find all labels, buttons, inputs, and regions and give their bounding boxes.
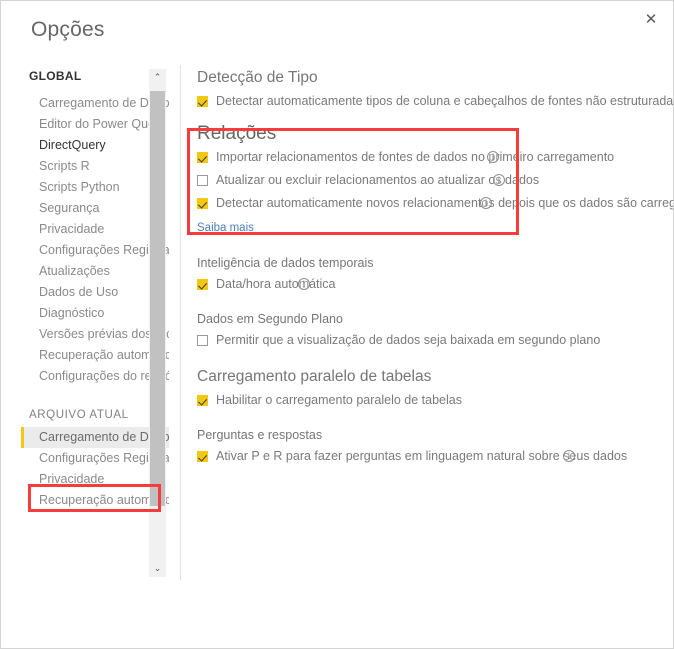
sidebar-group-header: GLOBAL [29, 69, 82, 83]
checkbox-checked[interactable] [197, 451, 208, 462]
info-icon[interactable]: i [487, 151, 499, 163]
section-title-qna: Perguntas e respostas [197, 428, 323, 442]
chevron-up-icon[interactable]: ⌃ [149, 69, 166, 86]
option-row[interactable]: Detectar automaticamente tipos de coluna… [197, 93, 674, 109]
sidebar-item-configuracoes-regionais[interactable]: Configurações Regionais [21, 240, 169, 261]
sidebar-item-scripts-r[interactable]: Scripts R [21, 156, 169, 177]
chevron-down-icon[interactable]: ⌄ [149, 560, 166, 577]
option-row[interactable]: Habilitar o carregamento paralelo de tab… [197, 392, 673, 408]
scrollbar-thumb[interactable] [150, 91, 165, 506]
sidebar-item-configuracoes-regionais[interactable]: Configurações Regionais [21, 448, 169, 469]
option-row[interactable]: Atualizar ou excluir relacionamentos ao … [197, 172, 673, 188]
dialog-title-bar: Opções ✕ [1, 1, 673, 57]
checkbox-checked[interactable] [197, 279, 208, 290]
info-icon[interactable]: i [493, 174, 505, 186]
dialog-footer: OK Cancelar [1, 578, 673, 648]
sidebar-item-seguranca[interactable]: Segurança [21, 198, 169, 219]
sidebar-item-carregamento-de-dados[interactable]: Carregamento de Dados [21, 427, 169, 448]
sidebar-group-header: ARQUIVO ATUAL [29, 409, 129, 421]
sidebar-divider [180, 65, 181, 580]
option-row[interactable]: Detectar automaticamente novos relaciona… [197, 195, 674, 211]
option-label: Detectar automaticamente tipos de coluna… [216, 94, 674, 108]
page-title: Opções [31, 18, 105, 41]
section-title-time-intelligence: Inteligência de dados temporais [197, 256, 374, 270]
sidebar-item-versoes-previas-dos-recursos[interactable]: Versões prévias dos recursos [21, 324, 169, 345]
option-row[interactable]: Importar relacionamentos de fontes de da… [197, 149, 673, 165]
sidebar-item-editor-do-power-query[interactable]: Editor do Power Query [21, 114, 169, 135]
section-title-relationships: Relações [197, 123, 277, 144]
section-title-background-data: Dados em Segundo Plano [197, 312, 343, 326]
sidebar-item-scripts-python[interactable]: Scripts Python [21, 177, 169, 198]
option-row[interactable]: Ativar P e R para fazer perguntas em lin… [197, 448, 673, 464]
info-icon[interactable]: i [480, 197, 492, 209]
learn-more-link[interactable]: Saiba mais [197, 222, 254, 234]
sidebar-item-carregamento-de-dados[interactable]: Carregamento de Dados [21, 93, 169, 114]
sidebar-item-diagnostico[interactable]: Diagnóstico [21, 303, 169, 324]
option-row[interactable]: Permitir que a visualização de dados sej… [197, 332, 673, 348]
option-label: Data/hora automática [216, 277, 336, 291]
options-main-pane: Detecção de Tipo Detectar automaticamente… [197, 69, 674, 569]
checkbox-unchecked[interactable] [197, 175, 208, 186]
option-label: Permitir que a visualização de dados sej… [216, 333, 601, 347]
sidebar-item-recuperacao-automatica[interactable]: Recuperação automática [21, 490, 169, 511]
sidebar-scrollbar[interactable]: ⌃ ⌄ [149, 69, 166, 577]
checkbox-checked[interactable] [197, 395, 208, 406]
options-dialog: Opções ✕ GLOBAL Carregamento de Dados Edit… [0, 0, 674, 649]
checkbox-checked[interactable] [197, 96, 208, 107]
sidebar-item-privacidade[interactable]: Privacidade [21, 219, 169, 240]
sidebar-item-atualizacoes[interactable]: Atualizações [21, 261, 169, 282]
info-icon[interactable]: i [298, 278, 310, 290]
checkbox-checked[interactable] [197, 152, 208, 163]
info-icon[interactable]: i [563, 450, 575, 462]
section-title-type-detection: Detecção de Tipo [197, 69, 318, 86]
option-row[interactable]: Data/hora automática i [197, 276, 673, 292]
option-label: Habilitar o carregamento paralelo de tab… [216, 393, 462, 407]
sidebar-item-directquery[interactable]: DirectQuery [21, 135, 169, 156]
settings-sidebar[interactable]: GLOBAL Carregamento de Dados Editor do Pow… [21, 69, 169, 577]
sidebar-item-configuracoes-do-relatorio[interactable]: Configurações do relatório [21, 366, 169, 387]
option-label: Atualizar ou excluir relacionamentos ao … [216, 173, 540, 187]
section-title-parallel-loading: Carregamento paralelo de tabelas [197, 368, 432, 385]
option-label: Importar relacionamentos de fontes de da… [216, 150, 615, 164]
close-icon[interactable]: ✕ [635, 4, 667, 34]
sidebar-item-privacidade[interactable]: Privacidade [21, 469, 169, 490]
sidebar-item-dados-de-uso[interactable]: Dados de Uso [21, 282, 169, 303]
sidebar-item-recuperacao-automatica[interactable]: Recuperação automática [21, 345, 169, 366]
checkbox-checked[interactable] [197, 198, 208, 209]
option-label: Detectar automaticamente novos relaciona… [216, 196, 674, 210]
checkbox-unchecked[interactable] [197, 335, 208, 346]
